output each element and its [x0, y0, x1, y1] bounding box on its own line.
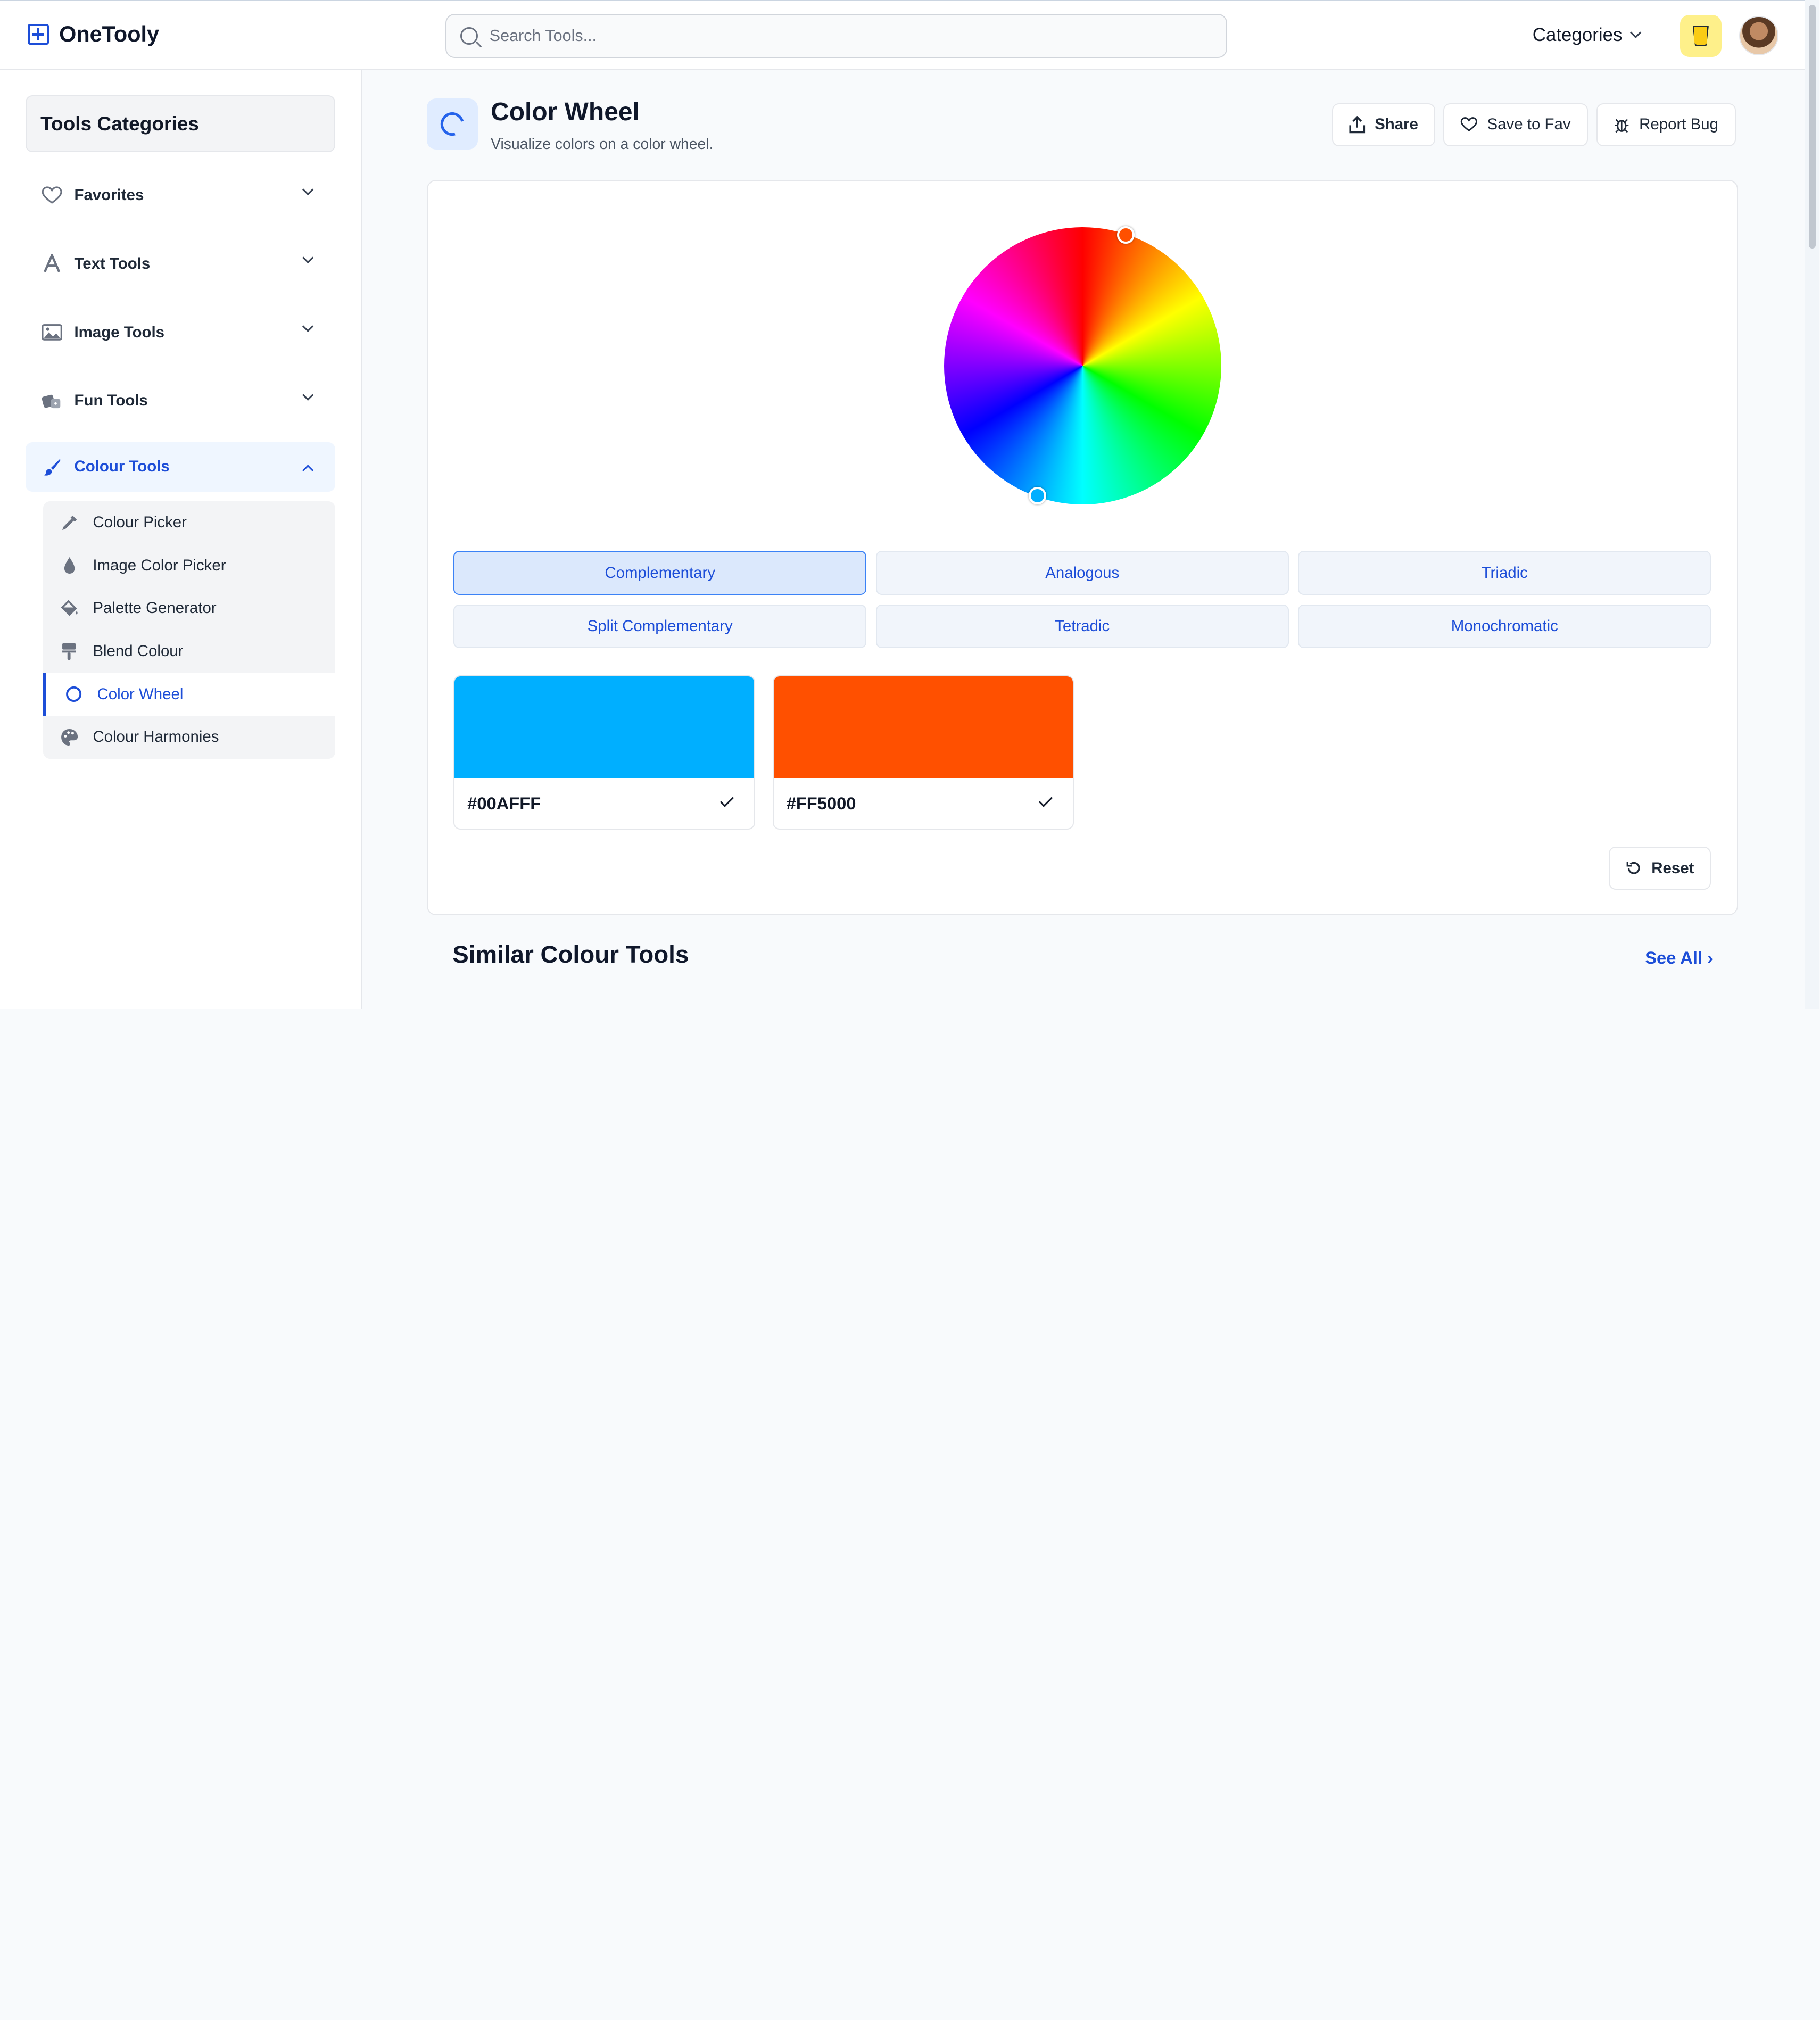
harmony-label: Tetradic — [1055, 617, 1110, 635]
check-icon[interactable] — [1039, 793, 1053, 807]
harmony-tetradic-button[interactable]: Tetradic — [875, 604, 1289, 649]
wheel-handle-secondary[interactable] — [1029, 487, 1047, 505]
chevron-down-icon — [302, 320, 314, 333]
chevron-up-icon — [302, 465, 314, 476]
reset-button[interactable]: Reset — [1609, 847, 1711, 890]
color-swatch[interactable]: #FF5000 — [772, 675, 1074, 830]
harmony-split-complementary-button[interactable]: Split Complementary — [453, 604, 867, 649]
heart-icon — [42, 186, 63, 204]
sidebar-subitem-colour-harmonies[interactable]: Colour Harmonies — [43, 716, 336, 759]
harmony-triadic-button[interactable]: Triadic — [1298, 551, 1711, 595]
chevron-down-icon — [302, 252, 314, 264]
sidebar-title: Tools Categories — [25, 95, 335, 152]
sidebar-item-label: Image Tools — [74, 323, 164, 341]
color-swatch[interactable]: #00AFFF — [453, 675, 755, 830]
sidebar-item-image-tools[interactable]: Image Tools — [26, 308, 335, 358]
harmony-label: Triadic — [1481, 564, 1528, 582]
logo[interactable]: OneTooly — [28, 22, 159, 47]
image-icon — [42, 324, 63, 341]
categories-menu[interactable]: Categories — [1532, 24, 1642, 46]
see-all-link[interactable]: See All › — [1645, 948, 1713, 968]
share-button[interactable]: Share — [1331, 103, 1436, 146]
tool-icon — [427, 98, 478, 150]
brush-icon — [44, 458, 61, 476]
coffee-cup-icon — [1692, 25, 1709, 46]
plus-square-icon — [28, 24, 49, 45]
search-box[interactable] — [445, 13, 1228, 58]
sidebar-subitem-image-color-picker[interactable]: Image Color Picker — [43, 544, 336, 587]
chevron-down-icon — [302, 184, 314, 196]
swatch-color-block[interactable] — [773, 676, 1073, 779]
main-content: Color Wheel Visualize colors on a color … — [362, 70, 1805, 1009]
sidebar-subitem-label: Color Wheel — [97, 685, 184, 703]
reset-label: Reset — [1651, 859, 1694, 877]
page-title: Color Wheel — [491, 98, 640, 127]
sidebar-item-fun-tools[interactable]: Fun Tools — [26, 376, 335, 426]
color-wheel[interactable] — [944, 227, 1222, 505]
check-icon[interactable] — [719, 793, 734, 807]
palette-icon — [61, 728, 78, 746]
page-scrollbar[interactable] — [1805, 0, 1819, 1009]
color-wheel-icon — [436, 108, 468, 140]
app-name: OneTooly — [59, 22, 160, 47]
sidebar: Tools Categories Favorites Text Tools Im… — [0, 69, 362, 1009]
sidebar-subitem-color-wheel[interactable]: Color Wheel — [43, 673, 336, 716]
circle-icon — [66, 686, 82, 702]
report-bug-button[interactable]: Report Bug — [1596, 103, 1736, 146]
search-input[interactable] — [489, 26, 1186, 45]
page-subtitle: Visualize colors on a color wheel. — [491, 136, 714, 153]
share-label: Share — [1375, 115, 1418, 134]
sidebar-item-text-tools[interactable]: Text Tools — [26, 239, 335, 289]
user-avatar[interactable] — [1739, 16, 1778, 56]
eyedropper-icon — [62, 515, 77, 530]
search-icon — [460, 27, 478, 45]
color-wheel-card: Complementary Analogous Triadic Split Co… — [427, 179, 1738, 915]
buy-me-coffee-button[interactable] — [1680, 15, 1722, 57]
harmony-monochromatic-button[interactable]: Monochromatic — [1298, 604, 1711, 649]
harmony-label: Complementary — [605, 564, 716, 582]
harmony-label: Analogous — [1045, 564, 1120, 582]
reset-icon — [1626, 862, 1641, 874]
harmony-label: Split Complementary — [587, 617, 733, 635]
save-to-fav-label: Save to Fav — [1487, 115, 1571, 134]
heart-icon — [1461, 117, 1478, 132]
sidebar-item-label: Colour Tools — [74, 458, 170, 476]
chevron-down-icon — [1629, 27, 1642, 39]
top-bar: OneTooly Categories — [0, 0, 1819, 70]
sidebar-subitem-label: Image Color Picker — [93, 556, 226, 574]
chevron-down-icon — [302, 389, 314, 401]
share-icon — [1349, 116, 1366, 134]
sidebar-subitem-colour-picker[interactable]: Colour Picker — [43, 501, 336, 544]
swatch-hex-value[interactable]: #FF5000 — [787, 793, 856, 814]
harmony-label: Monochromatic — [1451, 617, 1558, 635]
dice-icon — [42, 394, 61, 408]
swatch-hex-value[interactable]: #00AFFF — [467, 793, 541, 814]
colour-tools-submenu: Colour Picker Image Color Picker Palette… — [43, 501, 336, 759]
sidebar-item-label: Favorites — [74, 186, 144, 204]
bug-icon — [1615, 119, 1629, 133]
sidebar-subitem-blend-colour[interactable]: Blend Colour — [43, 630, 336, 673]
categories-label: Categories — [1532, 24, 1623, 45]
paint-roller-icon — [62, 643, 76, 660]
sidebar-item-colour-tools[interactable]: Colour Tools — [25, 442, 335, 492]
sidebar-item-label: Text Tools — [74, 254, 151, 272]
harmony-complementary-button[interactable]: Complementary — [453, 551, 867, 595]
report-bug-label: Report Bug — [1639, 115, 1718, 134]
text-icon — [44, 254, 61, 273]
harmony-analogous-button[interactable]: Analogous — [875, 551, 1289, 595]
paint-bucket-icon — [61, 600, 78, 616]
sidebar-subitem-palette-generator[interactable]: Palette Generator — [43, 587, 336, 630]
droplet-icon — [64, 557, 75, 574]
scrollbar-thumb[interactable] — [1808, 4, 1816, 249]
sidebar-item-label: Fun Tools — [74, 392, 148, 410]
similar-tools-title: Similar Colour Tools — [452, 940, 689, 968]
sidebar-subitem-label: Colour Harmonies — [93, 728, 219, 746]
sidebar-subitem-label: Blend Colour — [93, 642, 184, 660]
wheel-handle-primary[interactable] — [1117, 226, 1135, 244]
sidebar-subitem-label: Palette Generator — [93, 599, 217, 617]
swatch-color-block[interactable] — [454, 676, 754, 779]
save-to-fav-button[interactable]: Save to Fav — [1443, 103, 1589, 146]
sidebar-subitem-label: Colour Picker — [93, 514, 187, 532]
sidebar-item-favorites[interactable]: Favorites — [26, 170, 335, 220]
